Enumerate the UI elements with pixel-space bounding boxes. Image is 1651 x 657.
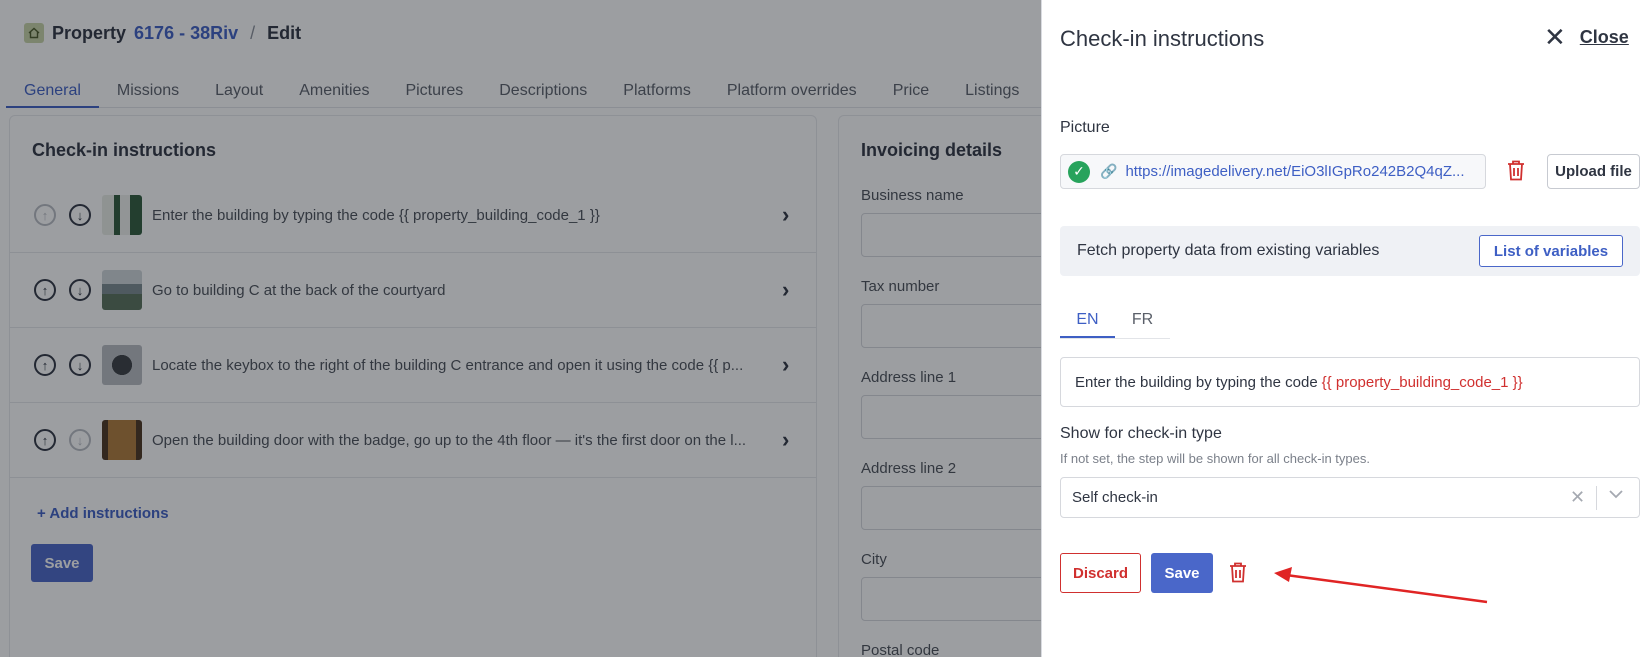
checkin-type-hint: If not set, the step will be shown for a… bbox=[1060, 451, 1370, 466]
close-icon[interactable]: ✕ bbox=[1544, 24, 1566, 50]
close-label[interactable]: Close bbox=[1580, 27, 1629, 48]
save-button[interactable]: Save bbox=[1151, 553, 1213, 593]
tab-en[interactable]: EN bbox=[1060, 305, 1115, 338]
annotation-arrow-icon bbox=[1272, 565, 1492, 615]
link-icon: 🔗 bbox=[1100, 163, 1118, 179]
language-tabs: EN FR bbox=[1060, 305, 1170, 339]
delete-step-trash-icon[interactable] bbox=[1229, 562, 1247, 588]
editor-text: Enter the building by typing the code bbox=[1075, 373, 1318, 391]
modal-backdrop[interactable] bbox=[0, 0, 1041, 657]
select-divider bbox=[1596, 486, 1597, 510]
clear-icon[interactable]: ✕ bbox=[1570, 487, 1585, 508]
instruction-editor[interactable]: Enter the building by typing the code {{… bbox=[1060, 357, 1640, 407]
picture-url-field[interactable]: ✓ 🔗 https://imagedelivery.net/EiO3lIGpRo… bbox=[1060, 154, 1486, 189]
picture-label: Picture bbox=[1060, 119, 1110, 136]
drawer-title: Check-in instructions bbox=[1060, 26, 1265, 51]
checkin-type-label: Show for check-in type bbox=[1060, 425, 1222, 442]
list-of-variables-button[interactable]: List of variables bbox=[1479, 235, 1623, 267]
check-circle-icon: ✓ bbox=[1068, 160, 1090, 183]
fetch-variables-banner: Fetch property data from existing variab… bbox=[1060, 226, 1640, 276]
trash-icon[interactable] bbox=[1507, 160, 1525, 186]
close-button[interactable]: ✕ Close bbox=[1544, 24, 1629, 50]
checkin-instruction-drawer: Check-in instructions ✕ Close Picture ✓ … bbox=[1041, 0, 1651, 657]
picture-url-link[interactable]: https://imagedelivery.net/EiO3lIGpRo242B… bbox=[1125, 163, 1475, 180]
tab-fr[interactable]: FR bbox=[1115, 305, 1170, 338]
editor-variable-token: {{ property_building_code_1 }} bbox=[1321, 373, 1523, 391]
select-value: Self check-in bbox=[1072, 489, 1158, 506]
discard-button[interactable]: Discard bbox=[1060, 553, 1141, 593]
upload-file-button[interactable]: Upload file bbox=[1547, 154, 1640, 189]
fetch-variables-text: Fetch property data from existing variab… bbox=[1077, 242, 1380, 259]
checkin-type-select[interactable]: Self check-in ✕ bbox=[1060, 477, 1640, 518]
chevron-down-icon[interactable] bbox=[1609, 486, 1623, 502]
